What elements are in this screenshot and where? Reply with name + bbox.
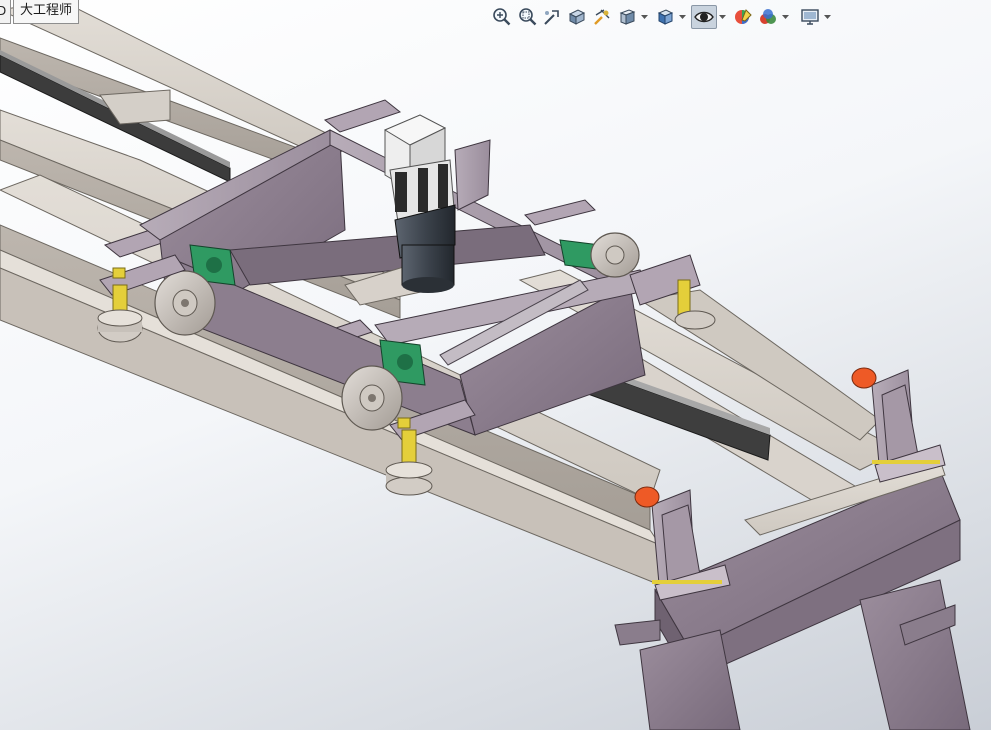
graphics-area[interactable]: D 大工程师 [0,0,991,730]
hide-show-items-icon[interactable] [691,5,717,29]
apply-scene-icon[interactable] [756,5,780,29]
motor-flange-bracket [454,139,491,211]
view-orientation-dropdown-icon[interactable] [640,5,649,29]
cad-model-view[interactable] [0,0,991,730]
previous-view-icon[interactable] [540,5,564,29]
hide-show-dropdown-icon[interactable] [718,5,727,29]
heads-up-view-toolbar [490,5,836,29]
view-orientation-icon[interactable] [615,5,639,29]
wheel-center [341,365,403,431]
display-style-dropdown-icon[interactable] [678,5,687,29]
zoom-to-fit-icon[interactable] [490,5,514,29]
dynamic-annotation-icon[interactable] [590,5,614,29]
view-settings-icon[interactable] [798,5,822,29]
view-settings-dropdown-icon[interactable] [823,5,832,29]
wheel-right [590,232,640,278]
section-view-icon[interactable] [565,5,589,29]
document-tab-active[interactable]: 大工程师 [13,0,80,24]
edit-appearance-icon[interactable] [731,5,755,29]
zoom-to-area-icon[interactable] [515,5,539,29]
apply-scene-dropdown-icon[interactable] [781,5,790,29]
document-tab-stub[interactable]: D [0,0,11,24]
wheel-left [154,270,216,336]
display-style-icon[interactable] [653,5,677,29]
document-tab-strip: D 大工程师 [0,0,80,24]
